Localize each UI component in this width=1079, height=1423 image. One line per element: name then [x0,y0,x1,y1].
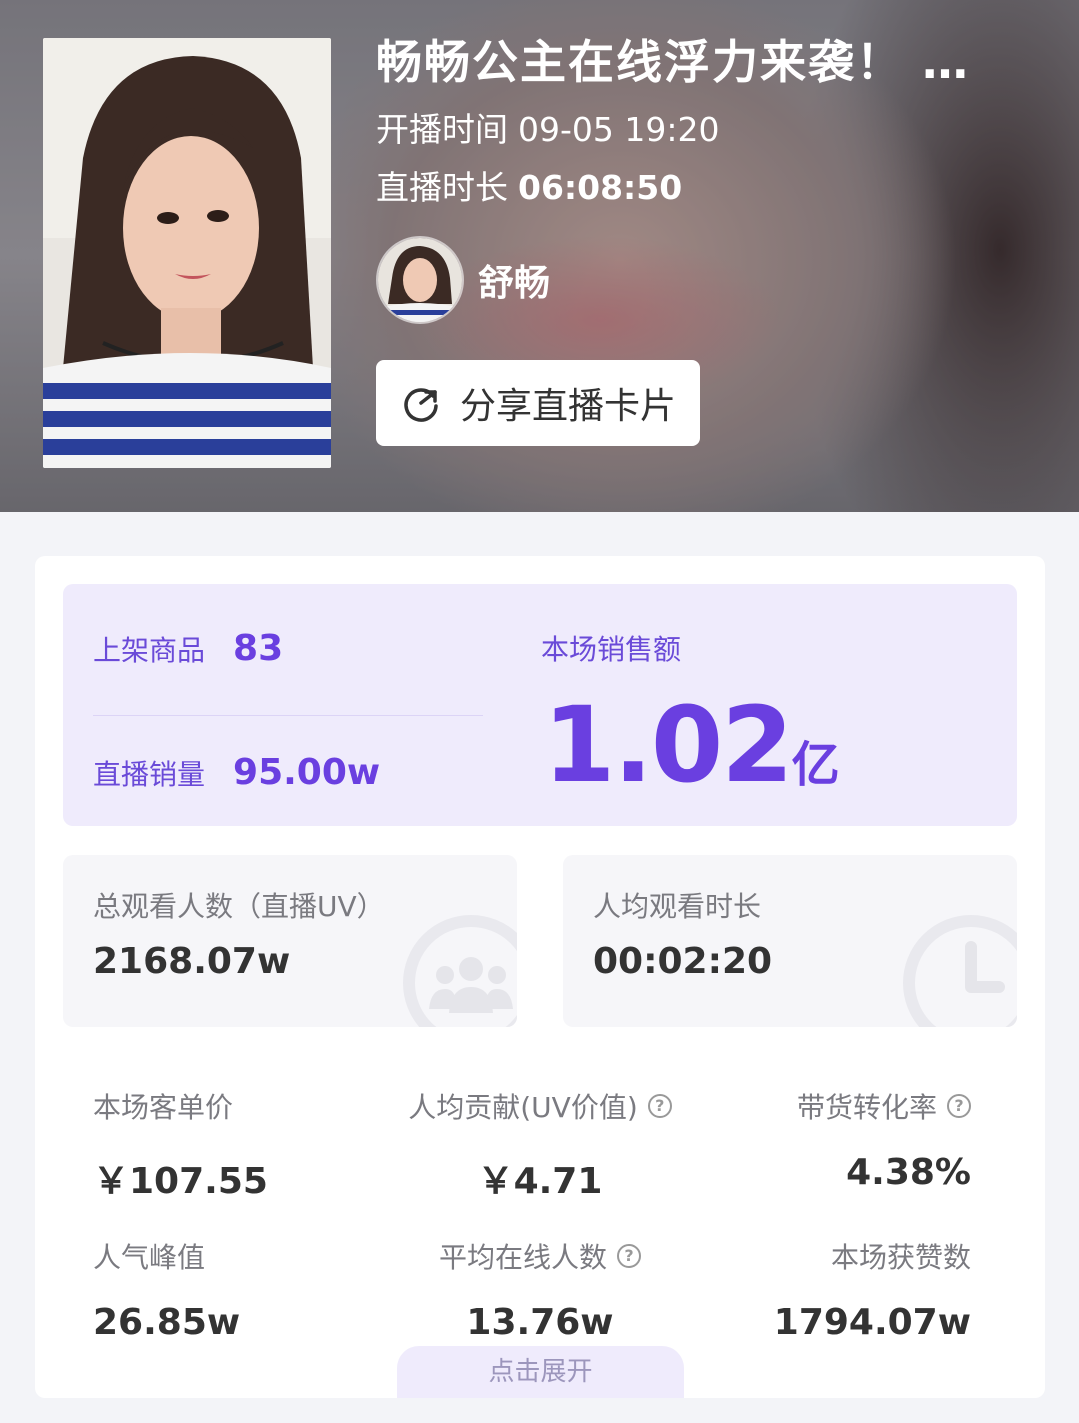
metric-label: 本场客单价 [93,1091,234,1124]
start-time-value: 09-05 19:20 [518,110,720,149]
clock-icon [903,915,1017,1027]
metric-avg-online: 平均在线人数? 13.76w [390,1236,690,1343]
live-header: 畅畅公主在线浮力来袭！ … 开播时间 09-05 19:20 直播时长 06:08:… [0,0,1079,512]
metric-label: 人气峰值 [93,1241,206,1274]
sales-summary: 上架商品 83 直播销量 95.00w 本场销售额 1.02亿 [63,584,1017,826]
live-info: 畅畅公主在线浮力来袭！ … 开播时间 09-05 19:20 直播时长 06:08:… [376,30,1036,446]
anchor-name: 舒畅 [478,263,551,304]
start-time-row: 开播时间 09-05 19:20 [376,108,1036,152]
sales-amount-unit: 亿 [791,737,840,793]
share-label: 分享直播卡片 [460,386,677,427]
metric-value: 4.38% [846,1152,971,1193]
uv-label: 总观看人数（直播UV） [93,890,385,923]
volume-value: 95.00w [233,752,381,793]
duration-label: 直播时长 [376,168,508,207]
metric-value: 26.85w [93,1302,241,1343]
metric-value: ￥4.71 [477,1161,603,1202]
products-value: 83 [233,628,284,669]
metric-avg-order-price: 本场客单价 ￥107.55 [93,1086,393,1204]
live-cover-image[interactable] [43,38,331,468]
uv-value: 2168.07w [93,941,291,982]
help-icon[interactable]: ? [947,1094,971,1118]
metric-conversion-rate: 带货转化率? 4.38% [671,1086,971,1193]
metric-label: 本场获赞数 [830,1241,971,1274]
metric-value: 13.76w [466,1302,614,1343]
metric-uv-value: 人均贡献(UV价值)? ￥4.71 [390,1086,690,1204]
live-title: 畅畅公主在线浮力来袭！ … [376,35,971,89]
volume-row: 直播销量 95.00w [93,752,380,793]
metric-label: 人均贡献(UV价值)? [390,1086,690,1126]
duration-value: 06:08:50 [518,168,683,207]
share-icon [404,388,438,422]
duration-row: 直播时长 06:08:50 [376,166,1036,210]
sales-amount-value: 1.02 [543,684,794,806]
sales-amount: 1.02亿 [543,684,840,806]
uv-stat: 总观看人数（直播UV） 2168.07w [63,855,517,1027]
avg-time-stat: 人均观看时长 00:02:20 [563,855,1017,1027]
products-row: 上架商品 83 [93,628,283,669]
metric-peak-popularity: 人气峰值 26.85w [93,1236,393,1343]
help-icon[interactable]: ? [617,1244,641,1268]
sales-amount-label: 本场销售额 [541,633,682,666]
metric-value: ￥107.55 [93,1161,268,1202]
data-card: 上架商品 83 直播销量 95.00w 本场销售额 1.02亿 总观看人数（直播… [35,556,1045,1398]
metric-label: 带货转化率? [671,1086,971,1126]
avg-time-label: 人均观看时长 [593,890,762,923]
metric-likes: 本场获赞数 1794.07w [671,1236,971,1343]
expand-button[interactable]: 点击展开 [397,1346,684,1398]
anchor-row[interactable]: 舒畅 [376,236,1036,324]
help-icon[interactable]: ? [647,1094,672,1118]
share-live-card-button[interactable]: 分享直播卡片 [376,360,701,446]
volume-label: 直播销量 [93,758,206,791]
products-label: 上架商品 [93,634,206,667]
metric-label: 平均在线人数? [390,1236,690,1276]
metric-value: 1794.07w [773,1302,971,1343]
avg-time-value: 00:02:20 [593,941,773,982]
divider [93,715,483,716]
avatar[interactable] [376,236,464,324]
start-time-label: 开播时间 [376,110,508,149]
people-icon [403,915,517,1027]
